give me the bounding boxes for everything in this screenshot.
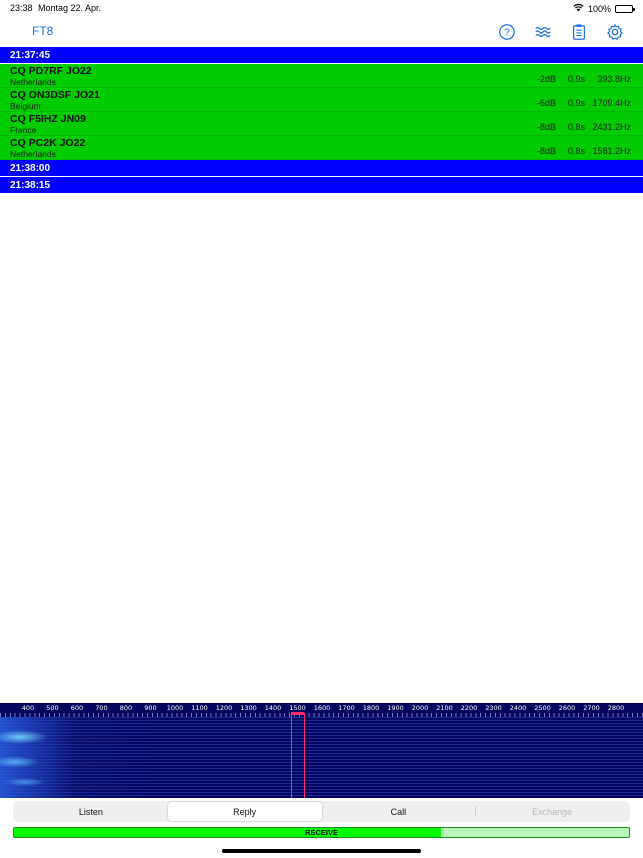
- message-country: France: [10, 125, 37, 135]
- battery-icon: [615, 4, 635, 13]
- message-row[interactable]: CQ PD7RF JO22 Netherlands ✦ -2dB 0.9s 39…: [0, 64, 643, 88]
- segment-exchange[interactable]: Exchange: [475, 802, 629, 821]
- time-header[interactable]: 21:37:45: [0, 47, 643, 64]
- message-text: CQ PD7RF JO22: [10, 65, 92, 77]
- nav-icons: ?: [497, 22, 625, 42]
- receive-progress-bar: RECEIVE: [13, 827, 630, 838]
- message-dt: 0.8s: [567, 122, 585, 132]
- frequency-tick-label: 2700: [583, 704, 600, 712]
- frequency-tick-label: 1800: [362, 704, 380, 712]
- message-freq: 2431.2Hz: [592, 122, 631, 132]
- message-dt: 0.8s: [567, 146, 585, 156]
- signal-mark-icon: ✦: [624, 113, 631, 122]
- frequency-tick-label: 400: [21, 704, 35, 712]
- frequency-tick-label: 1000: [166, 704, 184, 712]
- frequency-tick-label: 1200: [215, 704, 233, 712]
- time-header[interactable]: 21:38:15: [0, 177, 643, 194]
- home-indicator[interactable]: [222, 849, 421, 853]
- message-snr: -6dB: [536, 98, 556, 108]
- nav-bar: FT8 ?: [0, 18, 643, 46]
- tx-marker-left[interactable]: [291, 713, 292, 798]
- frequency-tick-label: 2300: [485, 704, 502, 712]
- frequency-tick-label: 2600: [558, 704, 576, 712]
- message-dt: 0.9s: [567, 98, 585, 108]
- frequency-tick-label: 1300: [240, 704, 257, 712]
- message-row[interactable]: CQ ON3DSF JO21 Belgium ✦ -6dB 0.9s 1709.…: [0, 88, 643, 112]
- clipboard-icon[interactable]: [569, 22, 589, 42]
- message-row[interactable]: CQ F5IHZ JN09 France ✦ -8dB 0.8s 2431.2H…: [0, 112, 643, 136]
- frequency-tick-label: 2100: [436, 704, 453, 712]
- message-text: CQ ON3DSF JO21: [10, 89, 100, 101]
- signal-mark-icon: ✦: [624, 137, 631, 146]
- frequency-tick-label: 1900: [387, 704, 404, 712]
- help-icon[interactable]: ?: [497, 22, 517, 42]
- message-dt: 0.9s: [567, 74, 585, 84]
- svg-text:?: ?: [504, 28, 510, 39]
- frequency-tick-label: 1400: [264, 704, 282, 712]
- frequency-tick-label: 1600: [313, 704, 331, 712]
- wifi-icon: [573, 3, 584, 14]
- message-snr: -2dB: [536, 74, 556, 84]
- message-country: Netherlands: [10, 149, 56, 159]
- message-country: Netherlands: [10, 77, 56, 87]
- message-text: CQ F5IHZ JN09: [10, 113, 86, 125]
- frequency-tick-label: 800: [119, 704, 133, 712]
- mode-segmented-control: Listen Reply Call Exchange: [13, 801, 630, 822]
- tx-marker-top: [291, 712, 304, 715]
- signal-mark-icon: ✦: [624, 89, 631, 98]
- status-date: Montag 22. Apr.: [38, 3, 102, 13]
- status-time: 23:38: [10, 3, 33, 13]
- frequency-tick-label: 700: [95, 704, 108, 712]
- frequency-tick-label: 600: [70, 704, 84, 712]
- nav-title[interactable]: FT8: [32, 24, 53, 38]
- message-freq: 1709.4Hz: [592, 98, 631, 108]
- frequency-tick-label: 2500: [534, 704, 551, 712]
- battery-percent: 100%: [587, 3, 611, 14]
- frequency-tick-label: 1100: [191, 704, 208, 712]
- message-text: CQ PC2K JO22: [10, 137, 86, 149]
- progress-label: RECEIVE: [305, 828, 338, 837]
- tx-marker-right[interactable]: [304, 713, 305, 798]
- segment-listen[interactable]: Listen: [14, 802, 168, 821]
- decode-list: 21:37:45 CQ PD7RF JO22 Netherlands ✦ -2d…: [0, 47, 643, 194]
- frequency-tick-label: 2400: [509, 704, 527, 712]
- message-snr: -8dB: [536, 122, 556, 132]
- message-freq: 393.8Hz: [597, 74, 631, 84]
- waterfall-spectrum[interactable]: [0, 717, 643, 798]
- message-snr: -8dB: [536, 146, 556, 156]
- status-bar: 23:38 Montag 22. Apr. 100%: [0, 0, 643, 16]
- segment-reply[interactable]: Reply: [167, 802, 322, 821]
- waves-icon[interactable]: [533, 22, 553, 42]
- gear-icon[interactable]: [605, 22, 625, 42]
- frequency-tick-label: 2000: [411, 704, 429, 712]
- message-country: Belgium: [10, 101, 41, 111]
- signal-mark-icon: ✦: [624, 65, 631, 74]
- frequency-tick-label: 2800: [607, 704, 625, 712]
- frequency-tick-label: 1700: [338, 704, 355, 712]
- frequency-tick-label: 900: [144, 704, 157, 712]
- status-right: 100%: [573, 3, 635, 14]
- time-header[interactable]: 21:38:00: [0, 160, 643, 177]
- message-freq: 1581.2Hz: [592, 146, 631, 156]
- message-row[interactable]: CQ PC2K JO22 Netherlands ✦ -8dB 0.8s 158…: [0, 136, 643, 160]
- frequency-tick-label: 500: [46, 704, 59, 712]
- frequency-tick-label: 2200: [460, 704, 478, 712]
- frequency-tick-label: 1500: [289, 704, 306, 712]
- segment-call[interactable]: Call: [322, 802, 476, 821]
- waterfall-display[interactable]: 400 500 600 700 800 900 1000 1100 1200 1300 1400 15…: [0, 703, 643, 798]
